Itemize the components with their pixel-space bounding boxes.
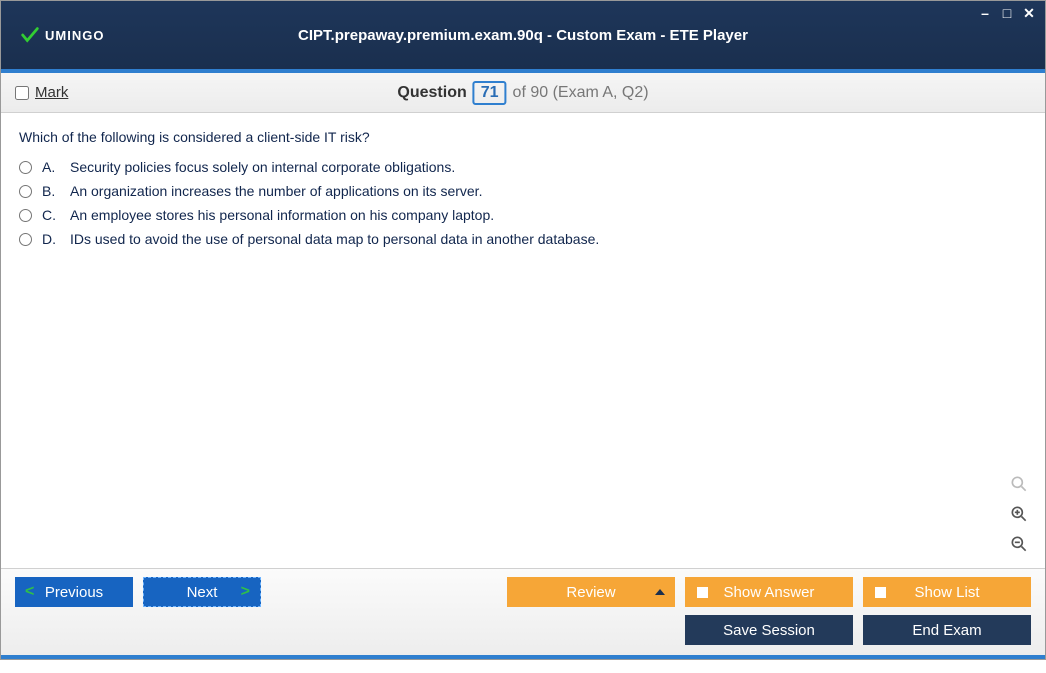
show-list-button[interactable]: Show List xyxy=(863,577,1031,607)
option-b[interactable]: B. An organization increases the number … xyxy=(19,183,1027,199)
next-label: Next xyxy=(187,584,218,601)
review-button[interactable]: Review xyxy=(507,577,675,607)
app-header: UMINGO CIPT.prepaway.premium.exam.90q - … xyxy=(1,1,1045,69)
option-d-text: IDs used to avoid the use of personal da… xyxy=(70,231,599,247)
zoom-in-icon[interactable] xyxy=(1007,502,1031,526)
option-c-radio[interactable] xyxy=(19,209,32,222)
minimize-button[interactable]: – xyxy=(977,5,993,21)
footer-accent xyxy=(1,655,1045,659)
option-b-text: An organization increases the number of … xyxy=(70,183,482,199)
previous-button[interactable]: < Previous xyxy=(15,577,133,607)
stop-icon xyxy=(875,587,886,598)
footer: < Previous Next > Review Show Answer Sho… xyxy=(1,568,1045,655)
option-c-letter: C. xyxy=(42,207,60,223)
question-text: Which of the following is considered a c… xyxy=(19,129,1027,145)
option-a-text: Security policies focus solely on intern… xyxy=(70,159,455,175)
show-list-label: Show List xyxy=(914,584,979,601)
search-icon[interactable] xyxy=(1007,472,1031,496)
option-b-letter: B. xyxy=(42,183,60,199)
save-session-label: Save Session xyxy=(723,622,815,639)
question-bar: Mark Question 71 of 90 (Exam A, Q2) xyxy=(1,73,1045,113)
option-b-radio[interactable] xyxy=(19,185,32,198)
review-label: Review xyxy=(566,584,615,601)
question-content: Which of the following is considered a c… xyxy=(1,113,1045,568)
close-button[interactable]: ✕ xyxy=(1021,5,1037,21)
zoom-out-icon[interactable] xyxy=(1007,532,1031,556)
question-word: Question xyxy=(397,84,466,102)
end-exam-button[interactable]: End Exam xyxy=(863,615,1031,645)
mark-checkbox[interactable] xyxy=(15,86,29,100)
save-session-button[interactable]: Save Session xyxy=(685,615,853,645)
end-exam-label: End Exam xyxy=(912,622,981,639)
option-d[interactable]: D. IDs used to avoid the use of personal… xyxy=(19,231,1027,247)
next-button[interactable]: Next > xyxy=(143,577,261,607)
option-c-text: An employee stores his personal informat… xyxy=(70,207,494,223)
question-counter-rest: of 90 (Exam A, Q2) xyxy=(513,84,649,102)
checkmark-icon xyxy=(19,24,41,46)
show-answer-label: Show Answer xyxy=(724,584,815,601)
chevron-right-icon: > xyxy=(241,583,250,601)
app-logo: UMINGO xyxy=(19,24,104,46)
option-a[interactable]: A. Security policies focus solely on int… xyxy=(19,159,1027,175)
option-a-radio[interactable] xyxy=(19,161,32,174)
option-a-letter: A. xyxy=(42,159,60,175)
option-c[interactable]: C. An employee stores his personal infor… xyxy=(19,207,1027,223)
mark-label[interactable]: Mark xyxy=(35,84,68,101)
show-answer-button[interactable]: Show Answer xyxy=(685,577,853,607)
logo-text: UMINGO xyxy=(45,28,104,43)
option-d-letter: D. xyxy=(42,231,60,247)
stop-icon xyxy=(697,587,708,598)
question-number: 71 xyxy=(473,81,507,105)
window-controls: – □ ✕ xyxy=(977,5,1037,21)
triangle-up-icon xyxy=(655,589,665,595)
previous-label: Previous xyxy=(45,584,103,601)
window-title: CIPT.prepaway.premium.exam.90q - Custom … xyxy=(298,27,748,44)
maximize-button[interactable]: □ xyxy=(999,5,1015,21)
option-d-radio[interactable] xyxy=(19,233,32,246)
chevron-left-icon: < xyxy=(25,583,34,601)
